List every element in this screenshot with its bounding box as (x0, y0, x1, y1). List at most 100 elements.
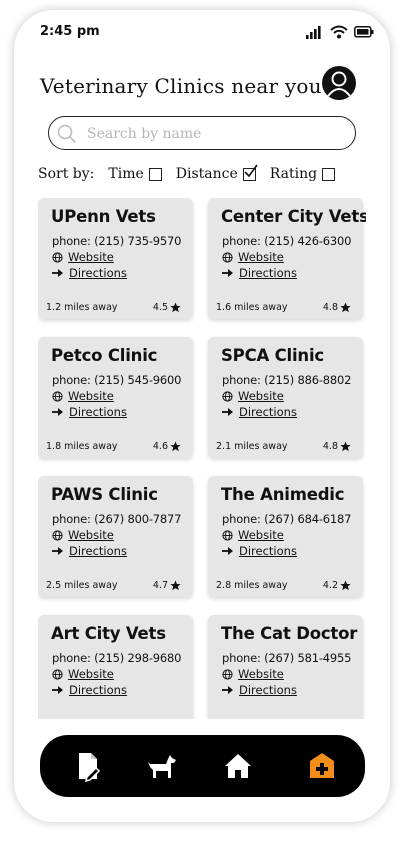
arrow-right-icon (222, 408, 233, 416)
directions-link-label[interactable]: Directions (239, 405, 297, 419)
sort-option-time[interactable]: Time (108, 166, 162, 182)
website-link[interactable]: Website (222, 667, 363, 681)
clinic-rating: 4.6 (153, 441, 181, 452)
rating-value: 4.5 (152, 302, 168, 313)
star-icon (340, 302, 351, 313)
clinic-card[interactable]: Petco Clinic phone: (215) 545-9600 Websi… (38, 337, 193, 458)
clinic-footer: 1.8 miles away 4.6 (46, 441, 181, 452)
nav-home-icon[interactable] (222, 750, 254, 782)
website-link-label[interactable]: Website (68, 667, 114, 681)
search-field[interactable] (48, 116, 356, 150)
clinic-distance: 2.5 miles away (46, 580, 118, 591)
website-link-label[interactable]: Website (238, 250, 284, 264)
clinic-distance: 1.6 miles away (216, 302, 288, 313)
directions-link-label[interactable]: Directions (69, 683, 127, 697)
arrow-right-icon (52, 408, 63, 416)
clinic-card[interactable]: The Cat Doctor phone: (267) 581-4955 Web… (208, 615, 363, 719)
directions-link-label[interactable]: Directions (239, 266, 297, 280)
clinic-footer: 2.5 miles away 4.7 (46, 580, 181, 591)
nav-records-icon[interactable] (72, 750, 104, 783)
website-link[interactable]: Website (52, 528, 193, 542)
directions-link-label[interactable]: Directions (69, 266, 127, 280)
directions-link[interactable]: Directions (222, 683, 363, 697)
star-icon (340, 441, 351, 452)
clinic-distance: 2.8 miles away (216, 580, 288, 591)
sort-rating-checkbox[interactable] (322, 167, 336, 181)
clinic-phone: phone: (215) 426-6300 (222, 234, 352, 248)
status-bar: 2:45 pm (14, 10, 390, 54)
clinic-name: The Animedic (221, 485, 345, 504)
clinic-card[interactable]: Center City Vets phone: (215) 426-6300 W… (208, 198, 366, 319)
directions-link[interactable]: Directions (222, 405, 363, 419)
directions-link[interactable]: Directions (52, 544, 193, 558)
website-link[interactable]: Website (222, 250, 363, 264)
website-link[interactable]: Website (222, 389, 363, 403)
globe-icon (52, 668, 63, 680)
directions-link[interactable]: Directions (52, 405, 193, 419)
website-link-label[interactable]: Website (68, 528, 114, 542)
directions-link[interactable]: Directions (52, 683, 193, 697)
directions-link[interactable]: Directions (52, 266, 193, 280)
clinic-rating: 4.2 (323, 580, 351, 591)
arrow-right-icon (222, 686, 233, 694)
website-link[interactable]: Website (52, 667, 193, 681)
profile-avatar-icon[interactable] (322, 66, 356, 100)
website-link[interactable]: Website (52, 389, 193, 403)
clinic-footer: 1.2 miles away 4.5 (46, 302, 181, 313)
nav-clinic-icon[interactable] (306, 750, 338, 782)
search-input[interactable] (85, 121, 349, 147)
directions-link[interactable]: Directions (222, 544, 363, 558)
phone-frame: 2:45 pm Veterinary Clinics near you Sear… (14, 10, 390, 822)
signal-icon (306, 26, 321, 39)
sort-option-label: Time (108, 166, 144, 182)
clinic-distance: 1.8 miles away (46, 441, 118, 452)
website-link-label[interactable]: Website (238, 528, 284, 542)
globe-icon (52, 390, 63, 402)
website-link-label[interactable]: Website (68, 250, 114, 264)
directions-link-label[interactable]: Directions (239, 683, 297, 697)
clinic-card[interactable]: The Animedic phone: (267) 684-6187 Websi… (208, 476, 363, 597)
clinic-card[interactable]: UPenn Vets phone: (215) 735-9570 Website… (38, 198, 193, 319)
clinic-distance: 2.1 miles away (216, 441, 288, 452)
clinic-name: UPenn Vets (51, 207, 156, 226)
rating-value: 4.6 (152, 441, 168, 452)
globe-icon (222, 251, 233, 263)
rating-value: 4.7 (152, 580, 168, 591)
clinic-distance: 1.2 miles away (46, 302, 118, 313)
clinic-card[interactable]: PAWS Clinic phone: (267) 800-7877 Websit… (38, 476, 193, 597)
sort-option-distance[interactable]: Distance (175, 164, 258, 182)
clinic-card[interactable]: SPCA Clinic phone: (215) 886-8802 Websit… (208, 337, 363, 458)
sort-time-checkbox[interactable] (148, 167, 162, 181)
clinic-phone: phone: (215) 886-8802 (222, 373, 352, 387)
directions-link[interactable]: Directions (222, 266, 363, 280)
website-link-label[interactable]: Website (238, 667, 284, 681)
nav-pet-icon[interactable] (146, 750, 178, 782)
clinic-name: Petco Clinic (51, 346, 158, 365)
clinic-rating: 4.8 (323, 302, 351, 313)
clinic-phone: phone: (215) 735-9570 (52, 234, 182, 248)
sort-row: Sort by: Time Distance Rating (38, 164, 349, 182)
arrow-right-icon (52, 686, 63, 694)
star-icon (340, 580, 351, 591)
globe-icon (222, 529, 233, 541)
globe-icon (52, 529, 63, 541)
directions-link-label[interactable]: Directions (239, 544, 297, 558)
clinic-rating: 4.8 (323, 441, 351, 452)
clinic-rating: 4.5 (153, 302, 181, 313)
website-link[interactable]: Website (52, 250, 193, 264)
sort-distance-checkbox[interactable] (242, 164, 258, 181)
clinic-name: SPCA Clinic (221, 346, 325, 365)
clinic-phone: phone: (215) 545-9600 (52, 373, 182, 387)
sort-option-label: Distance (175, 166, 238, 182)
clinic-name: The Cat Doctor (221, 624, 358, 643)
website-link-label[interactable]: Website (68, 389, 114, 403)
page-title: Veterinary Clinics near you (40, 74, 322, 98)
sort-option-rating[interactable]: Rating (270, 166, 336, 182)
website-link-label[interactable]: Website (238, 389, 284, 403)
star-icon (170, 302, 181, 313)
wifi-icon (330, 25, 348, 39)
clinic-card[interactable]: Art City Vets phone: (215) 298-9680 Webs… (38, 615, 193, 719)
website-link[interactable]: Website (222, 528, 363, 542)
directions-link-label[interactable]: Directions (69, 544, 127, 558)
directions-link-label[interactable]: Directions (69, 405, 127, 419)
